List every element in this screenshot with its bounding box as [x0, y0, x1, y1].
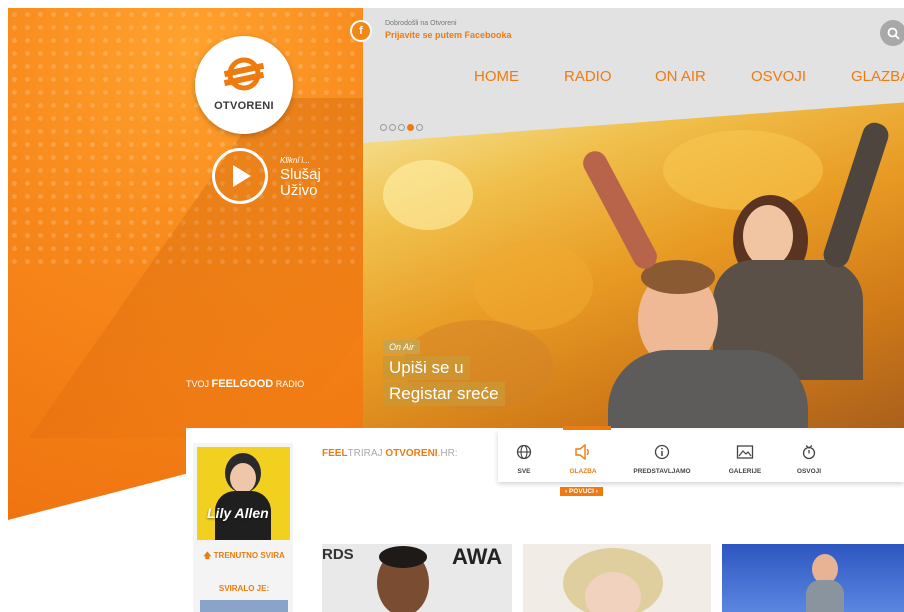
- leaf-bokeh: [473, 240, 593, 330]
- facebook-icon[interactable]: f: [352, 22, 370, 40]
- thumb-text-b: AWA: [452, 544, 503, 569]
- woman-arm: [820, 119, 892, 271]
- now-playing-label: 🡅 TRENUTNO SVIRA: [196, 550, 292, 564]
- played-track-thumb[interactable]: [200, 600, 288, 612]
- play-live-button[interactable]: [212, 148, 268, 204]
- info-icon: [622, 444, 702, 465]
- man-jacket: [608, 350, 808, 430]
- feel-post: .HR:: [437, 448, 458, 459]
- album-artist: Lily Allen: [207, 505, 269, 521]
- played-label: SVIRALO JE:: [218, 584, 270, 593]
- nav-glazba[interactable]: GLAZBA: [851, 68, 904, 85]
- hero-headline-2[interactable]: Registar sreće: [383, 382, 505, 406]
- listen-line-1: Slušaj: [280, 166, 321, 183]
- feel-bold: OTVORENI: [385, 448, 438, 459]
- tagline: TVOJ FEELGOOD RADIO: [186, 378, 304, 390]
- person-body: [806, 580, 844, 612]
- hero-tag: On Air: [383, 340, 421, 354]
- category-label: PREDSTAVLJAMO: [633, 468, 691, 475]
- gift-icon: [769, 444, 849, 465]
- otvoreni-logo[interactable]: OTVORENI: [195, 36, 293, 134]
- tagline-bold: FEELGOOD: [211, 378, 274, 390]
- man-arm: [578, 146, 662, 274]
- news-thumbnail-2[interactable]: [523, 544, 711, 612]
- nav-radio[interactable]: RADIO: [564, 68, 612, 85]
- nav-home[interactable]: HOME: [474, 68, 519, 85]
- feel-pre: FEEL: [322, 448, 348, 459]
- leaf-bokeh: [383, 160, 473, 230]
- artist-face: [230, 463, 256, 493]
- feeltriraj-heading: FEELTRIRAJ OTVORENI.HR:: [322, 448, 458, 459]
- listen-line-2: Uživo: [280, 182, 318, 199]
- arrow-up-icon: 🡅: [203, 551, 212, 560]
- speaker-icon: [543, 443, 623, 465]
- slider-dot[interactable]: [389, 124, 396, 131]
- nav-on-air[interactable]: ON AIR: [655, 68, 706, 85]
- pull-button[interactable]: ‹ POVUCI ›: [560, 487, 603, 496]
- person-hair: [379, 546, 427, 568]
- album-cover[interactable]: Lily Allen: [197, 447, 290, 540]
- woman-face: [743, 205, 793, 267]
- thumb-text-a: RDS: [322, 546, 354, 563]
- search-icon: [887, 27, 900, 40]
- play-icon: [233, 165, 251, 187]
- hero-image[interactable]: [363, 100, 904, 430]
- play-hint: Klikni i...: [280, 156, 310, 165]
- search-button[interactable]: [880, 20, 904, 46]
- slider-dot-active[interactable]: [407, 124, 414, 131]
- now-playing-text: TRENUTNO SVIRA: [213, 551, 285, 560]
- feel-mid: TRIRAJ: [347, 448, 386, 459]
- category-osvoji[interactable]: OSVOJI: [769, 444, 849, 475]
- tagline-pre: TVOJ: [186, 379, 210, 389]
- category-active-indicator: [563, 426, 611, 430]
- listen-live-label[interactable]: Slušaj Uživo: [280, 167, 321, 199]
- news-thumbnail-1[interactable]: RDS AWA: [322, 544, 512, 612]
- hero-headline-1[interactable]: Upiši se u: [383, 356, 470, 380]
- logo-mark-icon: [223, 57, 265, 91]
- news-thumbnail-3[interactable]: [722, 544, 904, 612]
- slider-dot[interactable]: [416, 124, 423, 131]
- category-glazba[interactable]: GLAZBA: [543, 443, 623, 475]
- category-label: OSVOJI: [796, 468, 822, 475]
- slider-dots: [380, 118, 425, 136]
- logo-text: OTVORENI: [214, 100, 274, 112]
- slider-dot[interactable]: [380, 124, 387, 131]
- leaf-bokeh: [663, 130, 823, 210]
- facebook-login-link[interactable]: Prijavite se putem Facebooka: [385, 30, 512, 40]
- category-predstavljamo[interactable]: PREDSTAVLJAMO: [622, 444, 702, 475]
- nav-osvoji[interactable]: OSVOJI: [751, 68, 806, 85]
- category-label: GLAZBA: [569, 468, 597, 475]
- slider-dot[interactable]: [398, 124, 405, 131]
- tagline-post: RADIO: [275, 379, 305, 389]
- welcome-text: Dobrodošli na Otvoreni: [385, 20, 457, 27]
